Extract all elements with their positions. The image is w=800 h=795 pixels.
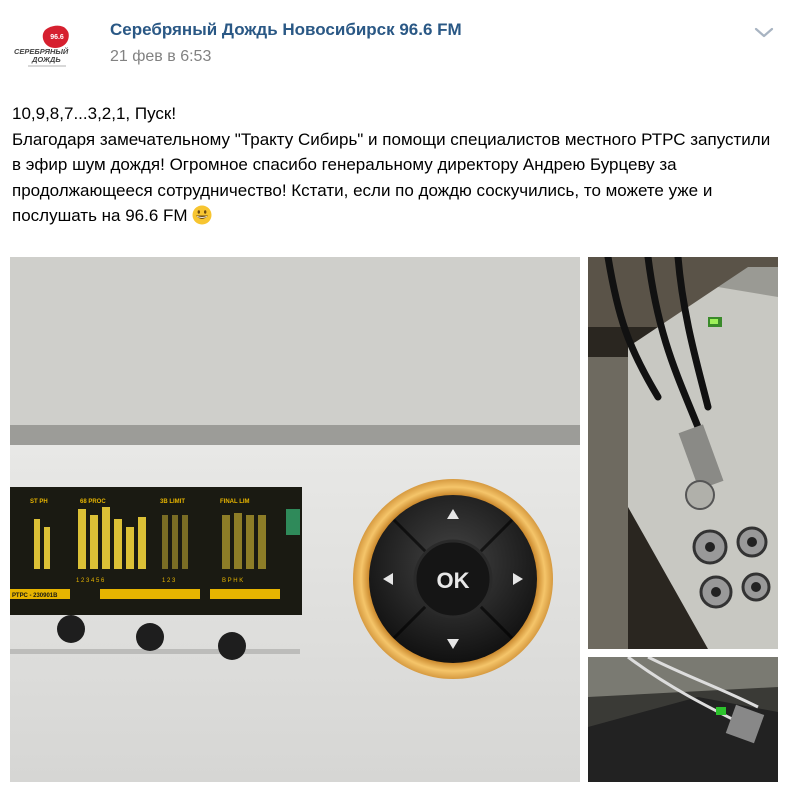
- post-text-body: Благодаря замечательному "Тракту Сибирь"…: [12, 127, 782, 229]
- meter-label-3: 3B LIMIT: [160, 499, 185, 505]
- station-logo-icon: 96.6 СЕРЕБРЯНЫЙ ДОЖДЬ: [10, 18, 74, 82]
- post-date-link[interactable]: 21 фев в 6:53: [110, 48, 211, 66]
- ok-button-label: OK: [437, 568, 470, 593]
- chevron-down-icon[interactable]: [750, 22, 778, 42]
- grinning-emoji-icon: [192, 205, 212, 225]
- post-text-line-1: 10,9,8,7...3,2,1, Пуск!: [12, 104, 177, 123]
- post-text: 10,9,8,7...3,2,1, Пуск! Благодаря замеча…: [12, 101, 782, 229]
- post-text-line-2: Благодаря замечательному "Тракту Сибирь"…: [12, 129, 771, 226]
- wall-post: 96.6 СЕРЕБРЯНЫЙ ДОЖДЬ Серебряный Дождь Н…: [0, 0, 800, 795]
- logo-frequency: 96.6: [50, 34, 64, 41]
- meter-bottom-letters: B P H K: [222, 578, 243, 584]
- meter-bottom-numbers: 1 2 3 4 5 6: [76, 578, 105, 584]
- meter-bottom-numbers-2: 1 2 3: [162, 578, 176, 584]
- meter-bottom-left-label: РТРС - 230901B: [12, 593, 58, 599]
- logo-text-bottom: ДОЖДЬ: [31, 55, 61, 64]
- meter-label-4: FINAL LIM: [220, 499, 250, 505]
- post-photo-main[interactable]: ST PH 68 PROC 3B LIMIT FINAL LIM РТРС - …: [10, 257, 580, 782]
- meter-label-2: 68 PROC: [80, 499, 106, 505]
- community-avatar[interactable]: 96.6 СЕРЕБРЯНЫЙ ДОЖДЬ: [10, 18, 74, 82]
- author-name-link[interactable]: Серебряный Дождь Новосибирск 96.6 FM: [110, 20, 462, 40]
- post-photo-cables[interactable]: [588, 257, 778, 649]
- meter-label-1: ST PH: [30, 499, 48, 505]
- post-photo-equipment[interactable]: [588, 657, 778, 782]
